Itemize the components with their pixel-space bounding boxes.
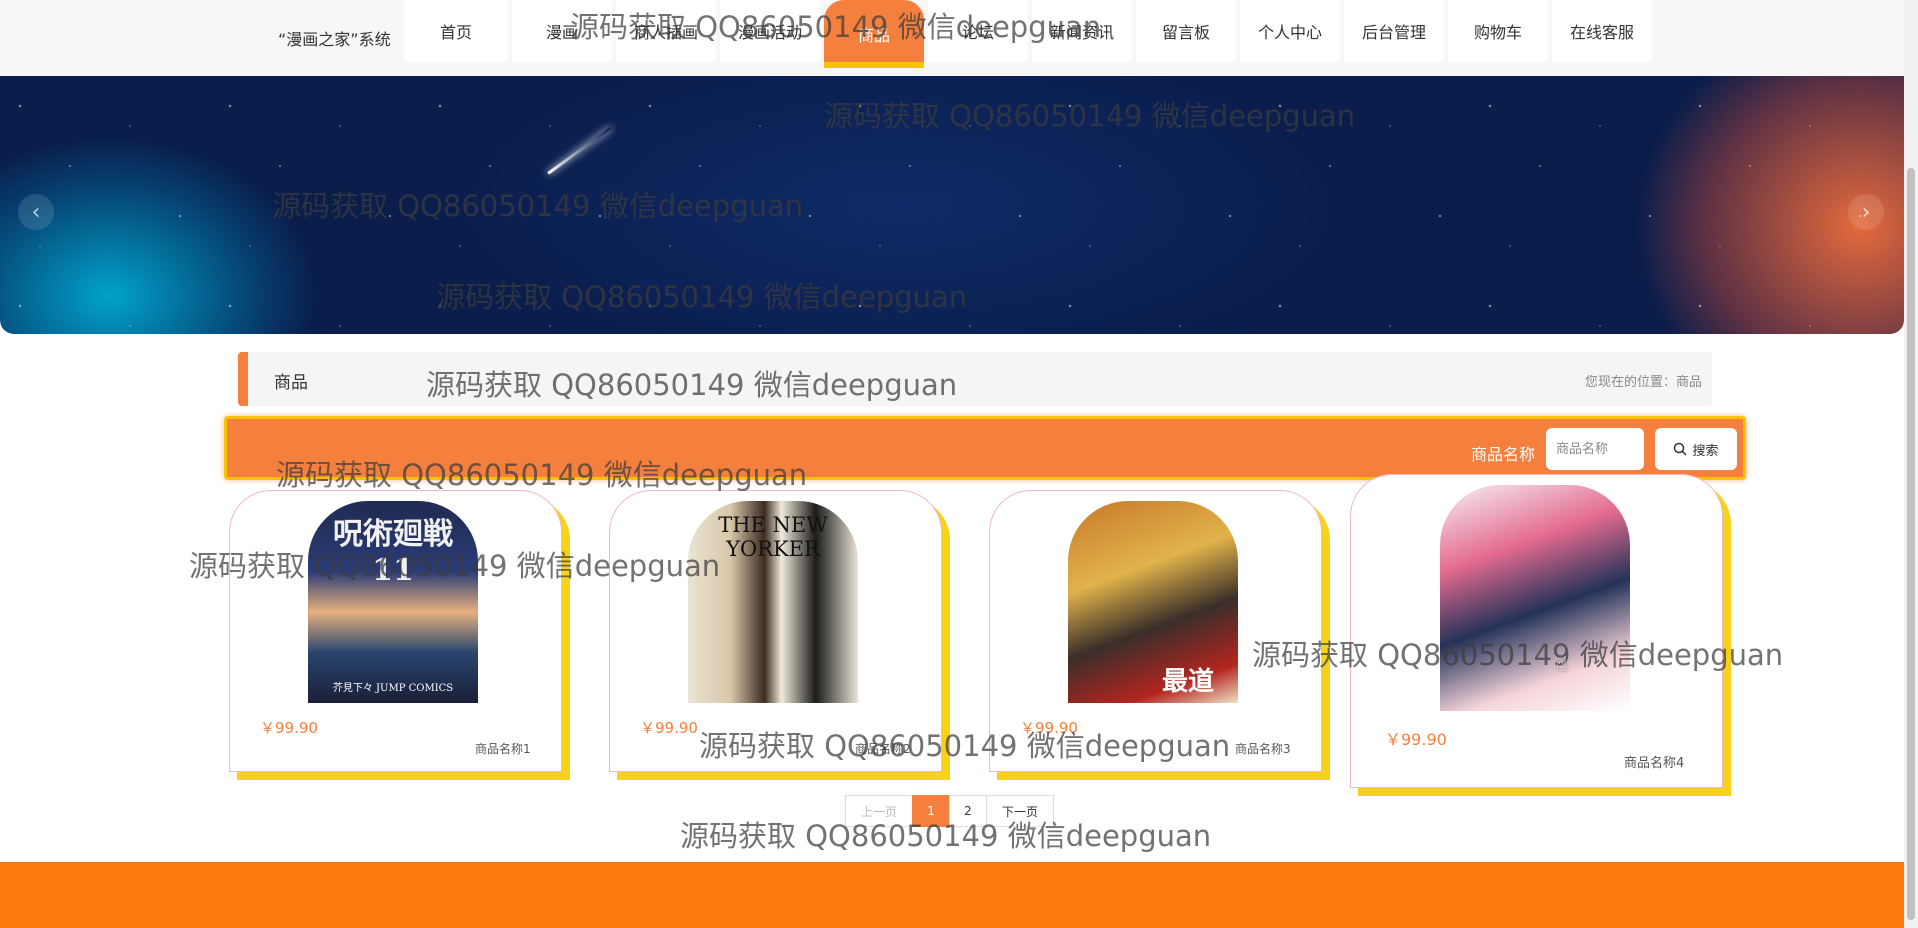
nav-item-forum[interactable]: 论坛 [928, 0, 1028, 62]
cover-title-1: 呪術廻戦 11 [333, 517, 453, 588]
product-price-3: ￥99.90 [1020, 719, 1078, 737]
product-card-4[interactable]: ￥99.90 商品名称4 [1350, 474, 1723, 788]
nav-item-news[interactable]: 新闻资讯 [1032, 0, 1132, 62]
nav-item-message-board[interactable]: 留言板 [1136, 0, 1236, 62]
search-button-label: 搜索 [1692, 443, 1719, 459]
search-input[interactable] [1546, 428, 1644, 470]
breadcrumb-location: 您现在的位置：商品 [1584, 375, 1702, 390]
nav-item-cart[interactable]: 购物车 [1448, 0, 1548, 62]
product-image-3[interactable]: 最道 [1068, 501, 1238, 703]
product-price-1: ￥99.90 [260, 719, 318, 737]
product-image-4[interactable] [1440, 485, 1630, 711]
search-bar: 商品名称 搜索 [224, 416, 1746, 480]
top-header: “漫画之家”系统 首页 漫画 商人插画 漫画活动 商品 论坛 新闻资讯 留言板 … [0, 0, 1904, 76]
product-card-1[interactable]: 呪術廻戦 11 芥見下々 JUMP COMICS ￥99.90 商品名称1 [229, 490, 562, 772]
search-button[interactable]: 搜索 [1655, 428, 1737, 470]
page: “漫画之家”系统 首页 漫画 商人插画 漫画活动 商品 论坛 新闻资讯 留言板 … [0, 0, 1918, 928]
banner-carousel[interactable]: ‹ › [0, 76, 1904, 334]
product-card-2[interactable]: THE NEW YORKER ￥99.90 商品名称2 [609, 490, 942, 772]
banner-starfield [0, 76, 1904, 334]
search-icon [1674, 442, 1688, 456]
product-name-3[interactable]: 商品名称3 [1235, 740, 1291, 757]
page-button-2[interactable]: 2 [949, 795, 987, 827]
next-page-button[interactable]: 下一页 [986, 795, 1054, 827]
product-name-4[interactable]: 商品名称4 [1624, 752, 1684, 771]
nav-item-illustrations[interactable]: 商人插画 [616, 0, 716, 62]
nav-item-customer-service[interactable]: 在线客服 [1552, 0, 1652, 62]
product-image-1[interactable]: 呪術廻戦 11 芥見下々 JUMP COMICS [308, 501, 478, 703]
pagination: 上一页 1 2 下一页 [845, 795, 1054, 827]
chevron-right-icon[interactable]: › [1848, 194, 1884, 230]
product-card-3[interactable]: 最道 ￥99.90 商品名称3 [989, 490, 1322, 772]
main-nav: 首页 漫画 商人插画 漫画活动 商品 论坛 新闻资讯 留言板 个人中心 后台管理… [404, 0, 1652, 68]
mouse-cursor-icon: ☝ [1556, 652, 1569, 676]
cover-subtitle-1: 芥見下々 JUMP COMICS [332, 683, 454, 694]
scrollbar-thumb[interactable] [1907, 168, 1915, 920]
page-title: 商品 [274, 373, 308, 393]
page-scrollbar[interactable] [1904, 0, 1918, 928]
nav-item-home[interactable]: 首页 [404, 0, 508, 62]
nav-item-profile[interactable]: 个人中心 [1240, 0, 1340, 62]
search-label: 商品名称 [1471, 445, 1536, 464]
product-image-2[interactable]: THE NEW YORKER [688, 501, 858, 703]
cover-title-2: THE NEW YORKER [718, 513, 828, 561]
nav-item-comics[interactable]: 漫画 [512, 0, 612, 62]
product-price-4: ￥99.90 [1385, 730, 1447, 749]
product-price-2: ￥99.90 [640, 719, 698, 737]
chevron-left-icon[interactable]: ‹ [18, 194, 54, 230]
product-name-1[interactable]: 商品名称1 [475, 740, 531, 757]
breadcrumb: 商品 您现在的位置：商品 [238, 352, 1712, 406]
cover-title-3: 最道 [1161, 667, 1214, 697]
product-name-2[interactable]: 商品名称2 [855, 740, 911, 757]
footer-bar [0, 862, 1904, 928]
site-logo-text: “漫画之家”系统 [278, 30, 391, 49]
prev-page-button[interactable]: 上一页 [845, 795, 913, 827]
nav-item-activities[interactable]: 漫画活动 [720, 0, 820, 62]
nav-item-admin[interactable]: 后台管理 [1344, 0, 1444, 62]
page-button-1[interactable]: 1 [912, 795, 950, 827]
nav-item-products[interactable]: 商品 [824, 0, 924, 68]
